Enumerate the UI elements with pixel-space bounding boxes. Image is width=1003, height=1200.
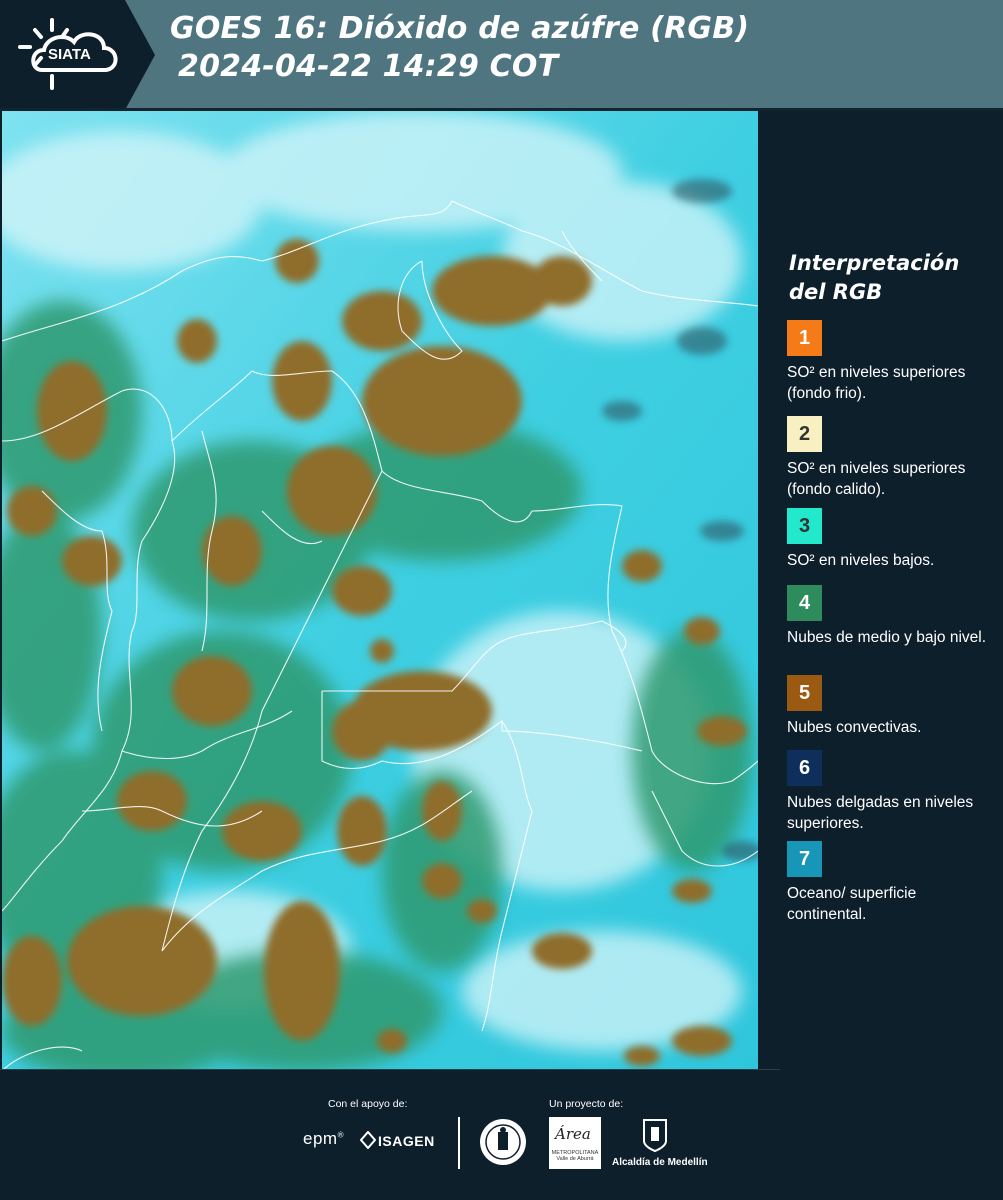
logo-divider <box>458 1117 460 1169</box>
medellin-seal-icon[interactable] <box>478 1117 528 1167</box>
legend-label-3: SO² en niveles bajos. <box>787 552 935 569</box>
legend-swatch-3: 3 <box>787 508 822 544</box>
legend-title: Interpretación del RGB <box>789 251 960 304</box>
legend-item-1: 1 SO² en niveles superiores (fondo frio)… <box>787 320 992 404</box>
legend-item-5: 5 Nubes convectivas. <box>787 675 992 738</box>
satellite-map[interactable] <box>2 111 758 1069</box>
legend-item-7: 7 Oceano/ superficie continental. <box>787 841 992 925</box>
legend-swatch-1: 1 <box>787 320 822 356</box>
legend-label-1: SO² en niveles superiores (fondo frio). <box>787 364 966 402</box>
footer: Con el apoyo de: Un proyecto de: epm® IS… <box>0 1069 1003 1200</box>
legend-label-2: SO² en niveles superiores (fondo calido)… <box>787 460 966 498</box>
legend-label-5: Nubes convectivas. <box>787 719 922 736</box>
legend-panel: Interpretación del RGB 1 SO² en niveles … <box>760 111 1003 1069</box>
legend-item-6: 6 Nubes delgadas en niveles superiores. <box>787 750 992 834</box>
title-product: GOES 16: Dióxido de azúfre (RGB) <box>170 11 750 46</box>
alcaldia-logo-text[interactable]: Alcaldía de Medellín <box>612 1157 708 1168</box>
area-logo-subtext: METROPOLITANA Valle de Aburrá <box>551 1150 599 1162</box>
legend-item-3: 3 SO² en niveles bajos. <box>787 508 992 571</box>
epm-logo-text: epm <box>303 1129 338 1148</box>
area-logo-wordmark: Área <box>555 1125 591 1143</box>
alcaldia-crest-icon <box>643 1119 667 1153</box>
legend-swatch-4: 4 <box>787 585 822 621</box>
siata-logo[interactable]: SIATA <box>0 0 155 110</box>
legend-swatch-5: 5 <box>787 675 822 711</box>
footer-divider-line <box>0 1069 780 1070</box>
siata-logo-text: SIATA <box>48 46 91 63</box>
title-timestamp: 2024-04-22 14:29 COT <box>178 49 559 84</box>
epm-registered-mark: ® <box>337 1130 344 1140</box>
legend-item-2: 2 SO² en niveles superiores (fondo calid… <box>787 416 992 499</box>
support-label: Con el apoyo de: <box>328 1098 408 1110</box>
legend-item-4: 4 Nubes de medio y bajo nivel. <box>787 585 992 648</box>
legend-label-6: Nubes delgadas en niveles superiores. <box>787 794 974 832</box>
project-label: Un proyecto de: <box>549 1098 624 1110</box>
legend-label-7: Oceano/ superficie continental. <box>787 885 917 923</box>
legend-swatch-7: 7 <box>787 841 822 877</box>
epm-logo[interactable]: epm® <box>303 1129 344 1149</box>
header-bar: SIATA GOES 16: Dióxido de azúfre (RGB) 2… <box>0 0 1003 111</box>
page-title: GOES 16: Dióxido de azúfre (RGB) 2024-04… <box>170 10 749 86</box>
isagen-icon <box>360 1131 376 1149</box>
legend-swatch-2: 2 <box>787 416 822 452</box>
isagen-logo[interactable]: ISAGEN <box>378 1133 435 1149</box>
legend-swatch-6: 6 <box>787 750 822 786</box>
area-metropolitana-logo[interactable]: Área METROPOLITANA Valle de Aburrá <box>549 1117 601 1169</box>
legend-label-4: Nubes de medio y bajo nivel. <box>787 629 987 646</box>
